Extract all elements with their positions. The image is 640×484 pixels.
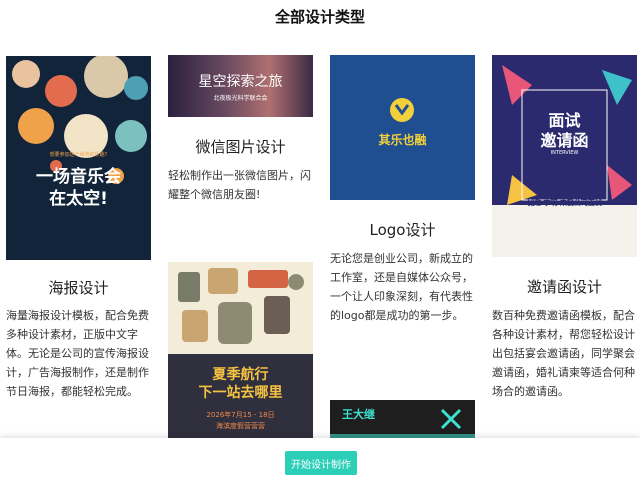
summer-date: 2026年7月15 - 18日 bbox=[206, 411, 275, 419]
travel-gear-illustration bbox=[178, 268, 304, 344]
invitation-template-image[interactable]: 面试 邀请函 INTERVIEW 诚邀 李明 来我公司面试 bbox=[492, 55, 637, 257]
logo-mark-illustration bbox=[390, 98, 414, 122]
wechat-card-desc: 轻松制作出一张微信图片，闪耀整个微信朋友圈! bbox=[168, 169, 311, 201]
poster-template-image[interactable]: 想要参加这个世界的乐趣? 一场音乐会 在太空! bbox=[6, 56, 151, 260]
logo-brand-name: 其乐也融 bbox=[378, 133, 427, 147]
wrench-tools-icon bbox=[330, 408, 475, 442]
invitation-card-title[interactable]: 邀请函设计 bbox=[492, 276, 637, 297]
logo-card-title[interactable]: Logo设计 bbox=[330, 219, 475, 240]
poster-headline-2: 在太空! bbox=[49, 189, 108, 209]
logo-template-image[interactable]: 其乐也融 bbox=[330, 55, 475, 200]
poster-card-desc: 海量海报设计模板，配合免费多种设计素材，正版中文字体。无论是公司的宣传海报设计，… bbox=[6, 309, 149, 398]
summer-sub: 海滨度假营营营 bbox=[216, 422, 265, 430]
poster-small-text: 想要参加这个世界的乐趣? bbox=[49, 152, 108, 158]
invitation-sub: INTERVIEW bbox=[550, 150, 579, 156]
wechat-headline: 星空探索之旅 bbox=[198, 74, 283, 90]
poster-card-title[interactable]: 海报设计 bbox=[6, 277, 151, 298]
summer-headline-1: 夏季航行 bbox=[212, 367, 269, 383]
invitation-line-2: 邀请函 bbox=[540, 131, 589, 150]
start-design-button[interactable]: 开始设计制作 bbox=[285, 451, 357, 475]
invitation-card-desc: 数百种免费邀请函模板，配合各种设计素材，帮您轻松设计出包括宴会邀请函，同学聚会邀… bbox=[492, 309, 635, 398]
summer-headline-2: 下一站去哪里 bbox=[198, 385, 283, 401]
business-card-template-image[interactable]: 王大继 bbox=[330, 400, 475, 442]
wechat-card-title[interactable]: 微信图片设计 bbox=[168, 136, 313, 157]
summer-template-image[interactable]: 夏季航行 下一站去哪里 2026年7月15 - 18日 海滨度假营营营 bbox=[168, 262, 313, 442]
wechat-subline: 北夜极光科学联合会 bbox=[213, 95, 268, 102]
logo-card-desc: 无论您是创业公司，新成立的工作室，还是自媒体公众号，一个让人印象深刻，有代表性的… bbox=[330, 252, 473, 322]
poster-planets-illustration bbox=[12, 56, 148, 184]
invitation-bottom-line: 诚邀 李明 来我公司面试 bbox=[527, 199, 602, 207]
invitation-geometric-illustration bbox=[492, 65, 637, 257]
page-title: 全部设计类型 bbox=[274, 8, 365, 26]
wechat-template-image[interactable]: 星空探索之旅 北夜极光科学联合会 bbox=[168, 55, 313, 117]
